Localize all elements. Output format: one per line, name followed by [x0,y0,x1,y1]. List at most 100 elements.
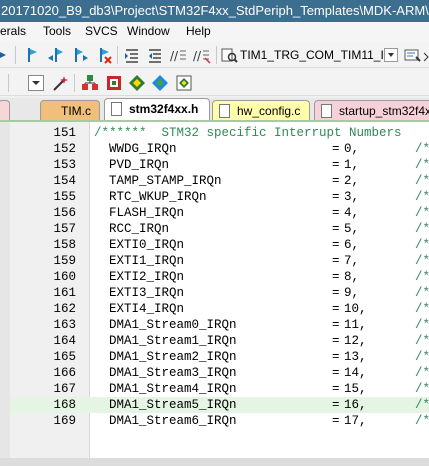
code-text: EXTI0_IRQn [94,238,185,252]
next-bookmark-icon[interactable] [70,45,90,65]
line-number: 167 [53,382,76,396]
line-number: 162 [53,302,76,316]
code-line[interactable]: 159 EXTI1_IRQn = 7, /* [10,253,429,269]
code-line[interactable]: 169 DMA1_Stream6_IRQn = 17, /* [10,413,429,429]
assignment-operator: = [332,190,340,204]
clear-bookmarks-icon[interactable] [94,45,114,65]
code-line[interactable]: 160 EXTI2_IRQn = 8, /* [10,269,429,285]
enum-value: 3, [344,190,360,204]
menu-svcs[interactable]: SVCS [85,24,118,38]
tab-partial[interactable] [0,100,10,120]
assignment-operator: = [332,414,340,428]
manage-components-icon[interactable] [80,73,100,93]
assignment-operator: = [332,270,340,284]
window-title: 20171020_B9_db3\Project\STM32F4xx_StdPer… [1,3,429,18]
bookmark-flag-icon[interactable] [22,45,42,65]
code-line[interactable]: 151 /****** STM32 specific Interrupt Numb… [10,125,429,141]
line-number: 163 [53,318,76,332]
menu-window[interactable]: Window [127,24,170,38]
code-line[interactable]: 152 WWDG_IRQn = 0, /* [10,141,429,157]
code-editor[interactable]: 151 /****** STM32 specific Interrupt Numb… [0,122,429,466]
code-text: DMA1_Stream6_IRQn [94,414,237,428]
trailing-comment: /* [415,254,429,268]
pack-installer-icon[interactable] [127,73,147,93]
code-line[interactable]: 153 PVD_IRQn = 1, /* [10,157,429,173]
menu-peripherals[interactable]: erals [0,24,26,38]
code-line[interactable]: 164 DMA1_Stream1_IRQn = 12, /* [10,333,429,349]
code-text: RTC_WKUP_IRQn [94,190,207,204]
chevron-down-icon[interactable] [384,48,398,62]
code-line[interactable]: 161 EXTI3_IRQn = 9, /* [10,285,429,301]
enum-value: 11, [344,318,367,332]
trailing-comment: /* [415,206,429,220]
open-file-icon[interactable] [402,45,422,65]
trailing-comment: /* [415,302,429,316]
menu-tools[interactable]: Tools [43,24,71,38]
horizontal-scrollbar[interactable] [0,458,429,466]
enum-value: 0, [344,142,360,156]
enum-value: 16, [344,398,367,412]
more-icon[interactable] [422,45,429,65]
trailing-comment: /* [415,414,429,428]
trailing-comment: /* [415,366,429,380]
enum-value: 5, [344,222,360,236]
enum-value: 10, [344,302,367,316]
enum-value: 2, [344,174,360,188]
line-number: 169 [53,414,76,428]
assignment-operator: = [332,206,340,220]
wizard-wand-icon[interactable] [50,73,70,93]
trailing-comment: /* [415,158,429,172]
tab-tim-c[interactable]: TIM.c [40,100,100,120]
dropdown-chevron-icon[interactable] [28,75,44,91]
install-pack-icon[interactable] [150,73,170,93]
code-line[interactable]: 157 RCC_IRQn = 5, /* [10,221,429,237]
code-line[interactable]: 163 DMA1_Stream0_IRQn = 11, /* [10,317,429,333]
update-pack-icon[interactable] [174,73,194,93]
code-line[interactable]: 154 TAMP_STAMP_IRQn = 2, /* [10,173,429,189]
prev-bookmark-icon[interactable] [46,45,66,65]
code-line[interactable]: 165 DMA1_Stream2_IRQn = 13, /* [10,349,429,365]
assignment-operator: = [332,382,340,396]
code-line[interactable]: 168 DMA1_Stream5_IRQn = 16, /* [10,397,429,413]
trailing-comment: /* [415,334,429,348]
indent-icon[interactable] [122,45,142,65]
comment-icon[interactable]: // [168,45,188,65]
code-line[interactable]: 156 FLASH_IRQn = 4, /* [10,205,429,221]
tab-hw-config-c[interactable]: hw_config.c [212,100,310,120]
trailing-comment: /* [415,270,429,284]
target-combo-value: TIM1_TRG_COM_TIM11_I [240,48,384,62]
trailing-comment: /* [415,222,429,236]
code-line[interactable]: 162 EXTI4_IRQn = 10, /* [10,301,429,317]
select-software-packs-icon[interactable] [104,73,124,93]
arrow-right-icon[interactable] [0,45,14,65]
find-in-files-icon[interactable] [219,45,239,65]
assignment-operator: = [332,334,340,348]
menu-bar: erals Tools SVCS Window Help [0,22,429,42]
file-icon [219,104,230,118]
assignment-operator: = [332,254,340,268]
menu-help[interactable]: Help [186,24,211,38]
code-line[interactable]: 158 EXTI0_IRQn = 6, /* [10,237,429,253]
line-number: 152 [53,142,76,156]
tab-label: TIM.c [61,104,91,118]
toolbar-separator [15,46,16,64]
enum-value: 12, [344,334,367,348]
trailing-comment: /* [415,174,429,188]
window-title-bar: 20171020_B9_db3\Project\STM32F4xx_StdPer… [0,0,429,22]
uncomment-icon[interactable]: // [191,45,211,65]
code-line[interactable]: 166 DMA1_Stream3_IRQn = 14, /* [10,365,429,381]
enum-value: 1, [344,158,360,172]
line-number: 158 [53,238,76,252]
tab-startup[interactable]: startup_stm32f4x [314,100,429,120]
trailing-comment: /* [415,318,429,332]
line-number: 151 [53,126,76,140]
code-line[interactable]: 155 RTC_WKUP_IRQn = 3, /* [10,189,429,205]
file-icon [111,102,122,116]
code-text: /****** STM32 specific Interrupt Numbers [94,126,402,140]
target-combo[interactable]: TIM1_TRG_COM_TIM11_I [240,45,404,65]
code-line[interactable]: 167 DMA1_Stream4_IRQn = 15, /* [10,381,429,397]
line-number: 154 [53,174,76,188]
tab-stm32f4xx-h[interactable]: stm32f4xx.h [104,98,210,120]
code-text: EXTI1_IRQn [94,254,185,268]
unindent-icon[interactable] [145,45,165,65]
